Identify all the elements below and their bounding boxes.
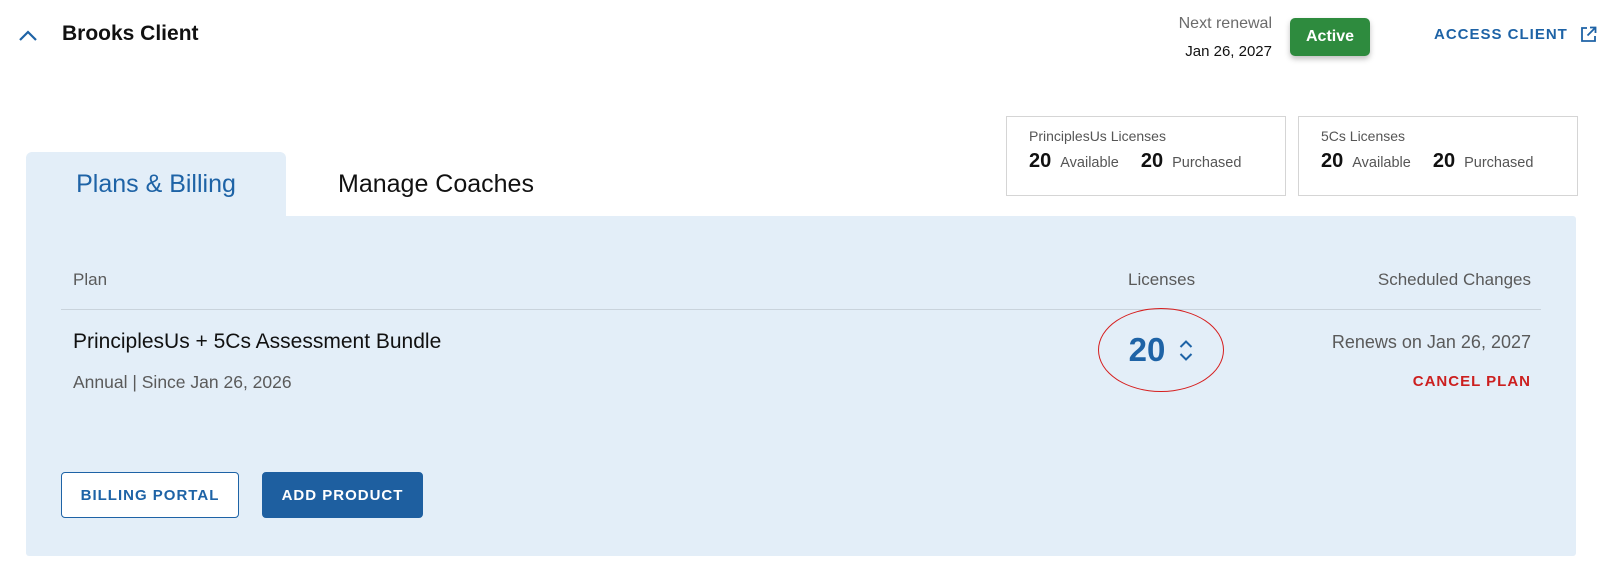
principlesus-licenses-card: PrinciplesUs Licenses 20 Available 20 Pu… [1006, 116, 1286, 196]
plans-billing-panel: Plan Licenses Scheduled Changes Principl… [26, 216, 1576, 556]
purchased-count: 20 [1140, 150, 1164, 172]
plan-name: PrinciplesUs + 5Cs Assessment Bundle [73, 330, 442, 353]
add-product-button[interactable]: ADD PRODUCT [262, 472, 423, 518]
plan-subtitle: Annual | Since Jan 26, 2026 [73, 372, 292, 392]
collapse-button[interactable] [14, 22, 42, 50]
purchased-label: Purchased [1172, 155, 1242, 171]
licenses-value: 20 [1128, 331, 1166, 368]
table-divider [61, 309, 1541, 310]
5cs-licenses-card: 5Cs Licenses 20 Available 20 Purchased [1298, 116, 1578, 196]
access-client-link[interactable]: ACCESS CLIENT [1434, 26, 1597, 43]
purchased-count: 20 [1432, 150, 1456, 172]
chevron-up-icon [19, 30, 37, 41]
available-label: Available [1060, 155, 1119, 171]
external-link-icon [1580, 26, 1597, 42]
tab-plans-billing[interactable]: Plans & Billing [26, 152, 286, 216]
renewal-info: Renews on Jan 26, 2027 [1331, 332, 1531, 352]
next-renewal-label: Next renewal [1178, 15, 1272, 32]
purchased-label: Purchased [1464, 155, 1534, 171]
plan-column-header: Plan [73, 270, 108, 289]
license-card-title: 5Cs Licenses [1321, 128, 1406, 144]
available-count: 20 [1029, 150, 1052, 172]
licenses-stepper[interactable]: 20 [1098, 308, 1224, 392]
cancel-plan-button[interactable]: CANCEL PLAN [1413, 373, 1531, 390]
stepper-arrows [1179, 339, 1193, 361]
access-client-label: ACCESS CLIENT [1434, 26, 1568, 43]
next-renewal: Next renewal Jan 26, 2027 [1179, 14, 1272, 62]
billing-portal-button[interactable]: BILLING PORTAL [61, 472, 239, 518]
license-card-title: PrinciplesUs Licenses [1029, 128, 1166, 144]
client-header: Brooks Client Next renewal Jan 26, 2027 … [0, 0, 1600, 72]
available-label: Available [1352, 155, 1411, 171]
status-badge: Active [1290, 18, 1370, 56]
chevron-down-icon[interactable] [1179, 352, 1193, 361]
next-renewal-date: Jan 26, 2027 [1185, 43, 1272, 60]
client-name: Brooks Client [62, 22, 199, 45]
available-count: 20 [1321, 150, 1344, 172]
licenses-column-header: Licenses [1128, 270, 1196, 289]
scheduled-changes-column-header: Scheduled Changes [1377, 270, 1531, 289]
chevron-up-icon[interactable] [1179, 339, 1193, 348]
tab-manage-coaches[interactable]: Manage Coaches [330, 152, 542, 216]
